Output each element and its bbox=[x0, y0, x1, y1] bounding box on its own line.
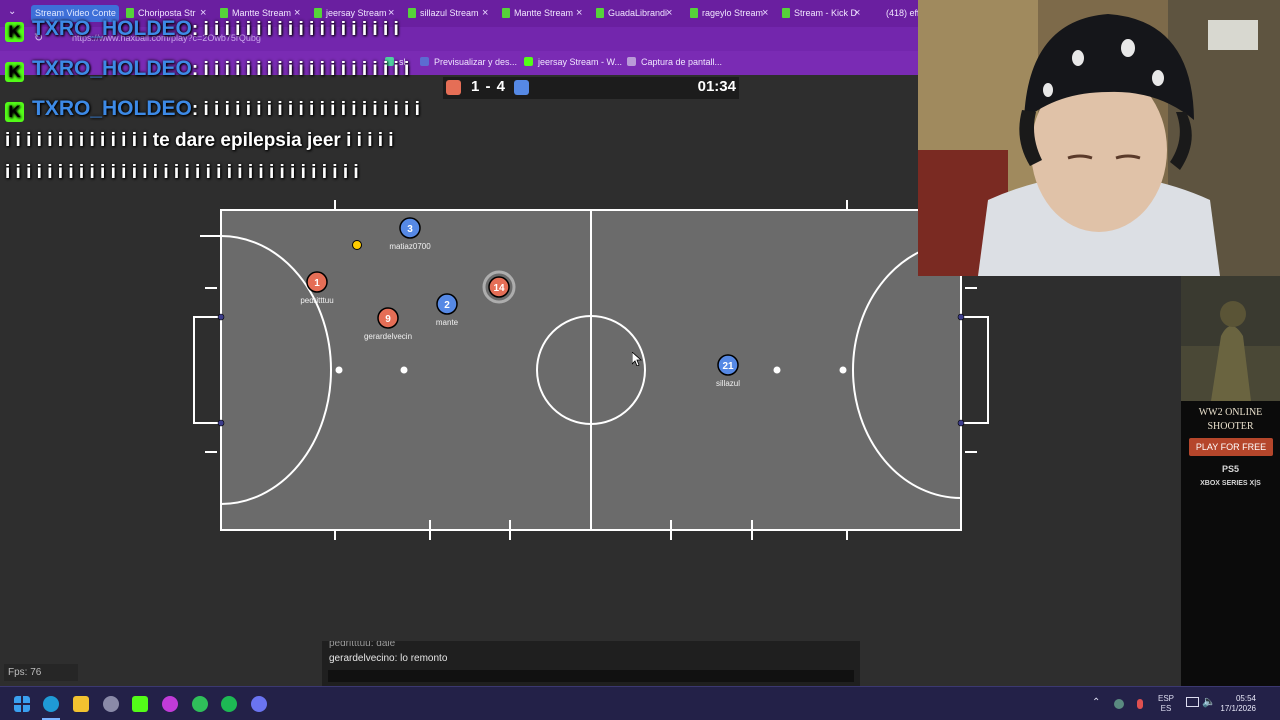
ad-title: WW2 ONLINE SHOOTER bbox=[1198, 407, 1263, 432]
xbox-logo: XBOX SERIES X|S bbox=[1200, 480, 1261, 487]
language-indicator[interactable]: ESP ES bbox=[1158, 694, 1174, 714]
player-number: 9 bbox=[385, 314, 391, 325]
ps5-logo: PS5 bbox=[1221, 464, 1239, 474]
close-tab-icon[interactable]: × bbox=[666, 5, 672, 22]
windows-start-icon[interactable] bbox=[14, 696, 30, 712]
kick-icon: K bbox=[5, 62, 24, 82]
whatsapp-icon[interactable] bbox=[192, 696, 208, 712]
chat-message: gerardelvecino: lo remonto bbox=[329, 653, 448, 664]
player-name: matiaz0700 bbox=[389, 242, 431, 251]
file-explorer-icon[interactable] bbox=[73, 696, 89, 712]
ball bbox=[352, 240, 362, 250]
settings-icon[interactable] bbox=[103, 696, 119, 712]
microphone-icon[interactable] bbox=[1137, 699, 1143, 709]
kick-icon: K bbox=[5, 22, 24, 42]
player-number: 14 bbox=[493, 283, 505, 294]
stream-chat-line: K TXRO_HOLDEO: i i i i i i i i i i i i i … bbox=[5, 17, 399, 42]
tab-sillazul[interactable]: sillazul Stream bbox=[406, 5, 492, 22]
stream-chat-continuation: i i i i i i i i i i i i i i i i i i i i … bbox=[5, 162, 359, 183]
kick-icon bbox=[408, 8, 416, 18]
player-name: gerardelvecin bbox=[364, 332, 412, 341]
system-clock[interactable]: 05:54 17/1/2026 bbox=[1220, 694, 1256, 714]
red-team-icon bbox=[446, 80, 461, 95]
tab-kick-stream[interactable]: Stream - Kick D bbox=[780, 5, 864, 22]
play-for-free-button[interactable]: PLAY FOR FREE bbox=[1189, 438, 1273, 456]
close-tab-icon[interactable]: × bbox=[854, 5, 860, 22]
field-svg: 3 matiaz0700 1 pedritttuu 2 mante 9 gerardelvec… bbox=[193, 200, 989, 540]
player-name: sillazul bbox=[716, 379, 740, 388]
rp-icon bbox=[420, 57, 429, 66]
player-name: mante bbox=[436, 318, 459, 327]
chevron-down-icon[interactable]: ⌄ bbox=[8, 6, 16, 17]
kick-icon bbox=[782, 8, 790, 18]
chat-previous-message: pedritttuu: dale bbox=[329, 641, 396, 648]
player-number: 3 bbox=[407, 224, 413, 235]
monitor-icon[interactable] bbox=[1186, 697, 1199, 707]
ad-banner[interactable]: WW2 ONLINE SHOOTER PLAY FOR FREE PS5 XBOX… bbox=[1181, 276, 1280, 686]
spotify-icon[interactable] bbox=[221, 696, 237, 712]
player-number: 1 bbox=[314, 278, 320, 289]
score: 1 - 4 bbox=[471, 78, 507, 95]
player: 14 bbox=[482, 270, 516, 304]
game-chat: pedritttuu: dale gerardelvecino: lo remo… bbox=[322, 641, 860, 686]
kick-icon bbox=[596, 8, 604, 18]
taskbar: ⌃ ESP ES 🔈 05:54 17/1/2026 bbox=[0, 686, 1280, 720]
kick-app-icon[interactable] bbox=[132, 696, 148, 712]
streamer-webcam-image bbox=[918, 0, 1280, 276]
mouse-cursor-icon bbox=[632, 352, 642, 366]
bookmark-jeersay[interactable]: jeersay Stream - W... bbox=[524, 57, 622, 67]
blue-team-icon bbox=[514, 80, 529, 95]
tab-rageylo[interactable]: rageylo Stream bbox=[688, 5, 772, 22]
soldier-image bbox=[1181, 276, 1280, 401]
stream-chat-line: K TXRO_HOLDEO: i i i i i i i i i i i i i … bbox=[5, 57, 409, 82]
haxball-field[interactable]: 3 matiaz0700 1 pedritttuu 2 mante 9 gerardelvec… bbox=[180, 195, 1010, 545]
kick-icon bbox=[524, 57, 533, 66]
close-tab-icon[interactable]: × bbox=[482, 5, 488, 22]
kick-icon bbox=[690, 8, 698, 18]
clip-app-icon[interactable] bbox=[162, 696, 178, 712]
edge-icon[interactable] bbox=[43, 696, 59, 712]
chevron-up-icon[interactable]: ⌃ bbox=[1092, 697, 1100, 708]
network-tray-icon[interactable] bbox=[1114, 699, 1124, 709]
fps-counter: Fps: 76 bbox=[4, 664, 78, 681]
webcam-feed bbox=[918, 0, 1280, 276]
player-number: 21 bbox=[722, 361, 734, 372]
stream-chat-continuation: i i i i i i i i i i i i i i te dare epil… bbox=[5, 130, 394, 151]
stream-chat-line: K TXRO_HOLDEO: i i i i i i i i i i i i i … bbox=[5, 97, 420, 122]
bookmark-previsualizar[interactable]: Previsualizar y des... bbox=[420, 57, 517, 67]
player-name: pedritttuu bbox=[300, 296, 333, 305]
close-tab-icon[interactable]: × bbox=[576, 5, 582, 22]
volume-icon[interactable]: 🔈 bbox=[1202, 695, 1216, 708]
player: 2 mante bbox=[436, 293, 459, 327]
kick-icon: K bbox=[5, 102, 24, 122]
kick-icon bbox=[502, 8, 510, 18]
tab-mantte-2[interactable]: Mantte Stream bbox=[500, 5, 586, 22]
discord-icon[interactable] bbox=[251, 696, 267, 712]
scoreboard: 1 - 4 01:34 bbox=[443, 77, 739, 99]
tab-guadalibrandi[interactable]: GuadaLibrandi bbox=[594, 5, 676, 22]
bookmark-captura[interactable]: Captura de pantall... bbox=[627, 57, 722, 67]
scissors-icon bbox=[627, 57, 636, 66]
close-tab-icon[interactable]: × bbox=[762, 5, 768, 22]
chat-input[interactable] bbox=[328, 670, 854, 682]
player-number: 2 bbox=[444, 300, 450, 311]
match-timer: 01:34 bbox=[697, 78, 736, 95]
